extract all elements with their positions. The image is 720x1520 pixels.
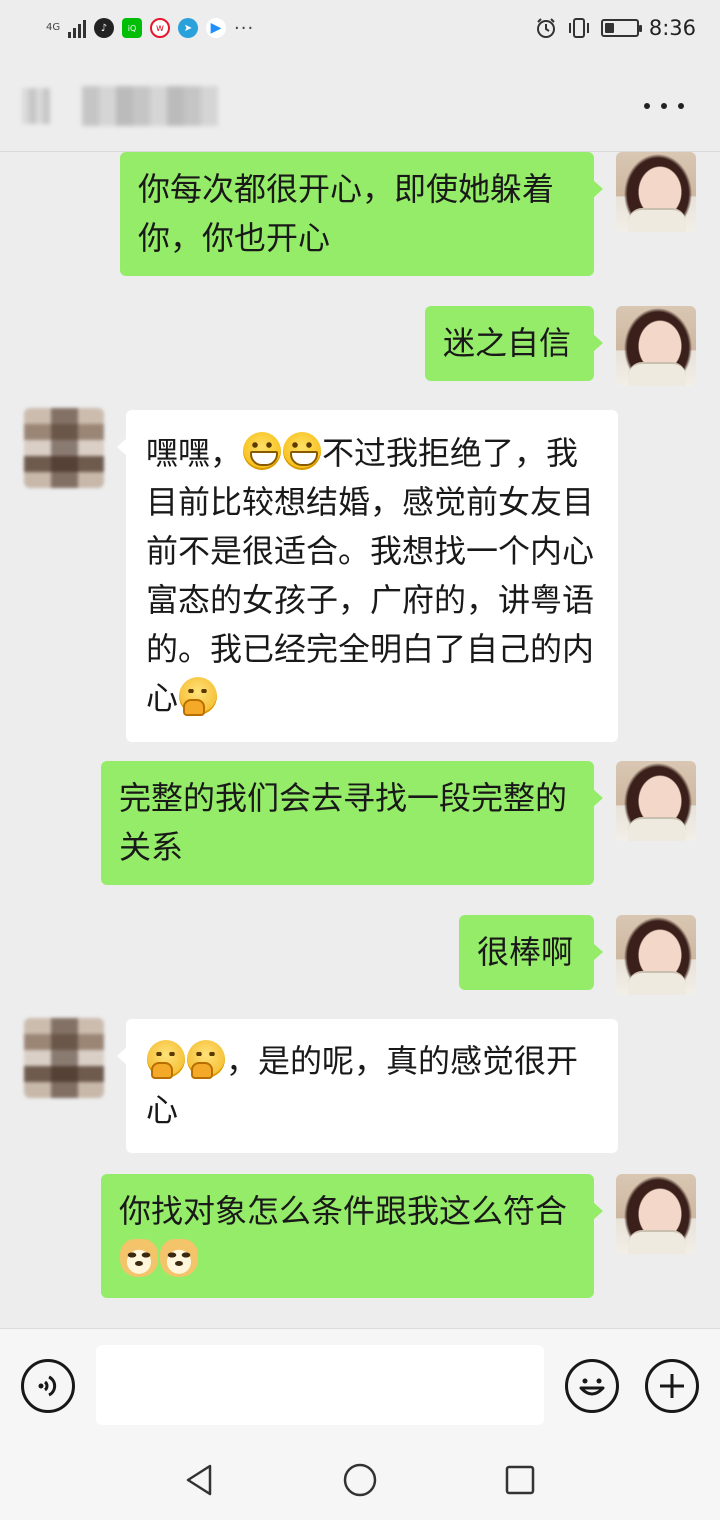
back-button[interactable] [22, 88, 50, 124]
battery-icon [600, 19, 642, 37]
status-left: 4G ♪ iQ w ➤ ▶ ··· [46, 16, 254, 40]
message-bubble-friend[interactable]: 嘿嘿， 不过我拒绝了，我目前比较想结婚，感觉前女友目前不是很适合。我想找一个内心富… [117, 410, 618, 742]
chat-message-list[interactable]: 你每次都很开心，即使她躲着你，你也开心 迷之自信 嘿嘿， 不过我拒绝了，我目前比较… [0, 152, 720, 1328]
emoji-icon[interactable] [565, 1359, 619, 1413]
message-input[interactable] [96, 1345, 544, 1425]
message-text: 迷之自信 [443, 324, 572, 362]
chat-title-blurred [82, 86, 218, 126]
message-bubble-friend[interactable]: ，是的呢，真的感觉很开心 [117, 1019, 618, 1153]
my-avatar[interactable] [616, 152, 696, 232]
message-text: 嘿嘿， [146, 434, 243, 472]
home-circle-icon[interactable] [342, 1462, 378, 1498]
status-right: 8:36 [535, 14, 696, 42]
message-bubble-me[interactable]: 你找对象怎么条件跟我这么符合 [101, 1174, 603, 1298]
weibo-icon: w [150, 18, 170, 38]
plus-icon[interactable] [645, 1359, 699, 1413]
network-type: 4G [46, 22, 61, 33]
message-bubble-me[interactable]: 很棒啊 [459, 915, 603, 990]
my-avatar[interactable] [616, 761, 696, 841]
more-notifications: ··· [234, 17, 255, 39]
thinking-emoji-icon [147, 1040, 185, 1079]
voice-icon[interactable] [21, 1359, 75, 1413]
system-navigation-bar [0, 1440, 720, 1520]
battery-level [604, 23, 614, 33]
vibrate-icon [568, 18, 589, 38]
more-dots-icon[interactable] [644, 96, 684, 116]
message-text: 很棒啊 [477, 933, 574, 971]
doge-emoji-icon [160, 1239, 198, 1277]
my-avatar[interactable] [616, 1174, 696, 1254]
signal-icon [68, 18, 86, 38]
alarm-icon [536, 18, 555, 38]
tiktok-icon: ♪ [94, 18, 114, 38]
back-triangle-icon[interactable] [182, 1462, 218, 1498]
message-bubble-me[interactable]: 你每次都很开心，即使她躲着你，你也开心 [120, 152, 603, 276]
message-text: 完整的我们会去寻找一段完整的关系 [119, 779, 568, 866]
message-bubble-me[interactable]: 迷之自信 [425, 306, 603, 381]
grin-emoji-icon [243, 432, 282, 470]
friend-avatar-blurred[interactable] [24, 408, 104, 488]
my-avatar[interactable] [616, 306, 696, 386]
chat-header [0, 56, 720, 152]
message-bubble-me[interactable]: 完整的我们会去寻找一段完整的关系 [101, 761, 603, 885]
youku-icon: ▶ [206, 18, 226, 38]
recent-square-icon[interactable] [502, 1462, 538, 1498]
my-avatar[interactable] [616, 915, 696, 995]
input-bar [0, 1328, 720, 1440]
message-text: 你找对象怎么条件跟我这么符合 [119, 1192, 568, 1230]
message-text: 你每次都很开心，即使她躲着你，你也开心 [138, 170, 555, 257]
clock: 8:36 [648, 16, 696, 40]
telegram-icon: ➤ [178, 18, 198, 38]
iqiyi-icon: iQ [122, 18, 142, 38]
friend-avatar-blurred[interactable] [24, 1018, 104, 1098]
doge-emoji-icon [120, 1239, 158, 1277]
status-bar: 4G ♪ iQ w ➤ ▶ ··· 8:36 [0, 0, 720, 56]
grin-emoji-icon [283, 432, 322, 470]
thinking-emoji-icon [179, 677, 218, 716]
thinking-emoji-icon [187, 1040, 225, 1079]
message-text: 不过我拒绝了，我目前比较想结婚，感觉前女友目前不是很适合。我想找一个内心富态的女… [146, 434, 595, 717]
